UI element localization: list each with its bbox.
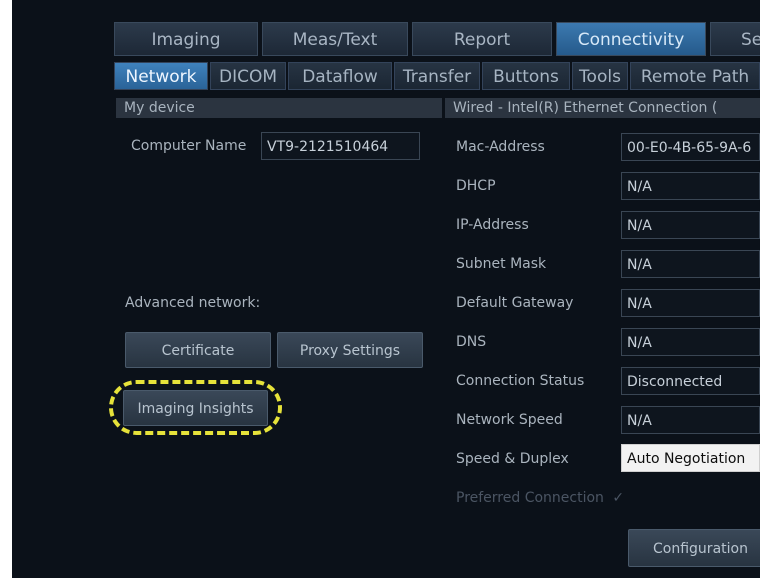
advanced-network-label: Advanced network: — [125, 295, 261, 311]
default-gateway-label: Default Gateway — [456, 295, 574, 311]
preferred-connection-label: Preferred Connection ✓ — [456, 490, 624, 506]
subtab-dataflow[interactable]: Dataflow — [288, 62, 392, 90]
top-tab-bar: Imaging Meas/Text Report Connectivity Se — [12, 22, 760, 56]
subnet-mask-label: Subnet Mask — [456, 256, 547, 272]
subtab-network[interactable]: Network — [114, 62, 208, 90]
computer-name-label: Computer Name — [131, 138, 247, 154]
mac-address-field[interactable]: 00-E0-4B-65-9A-6 — [621, 133, 760, 161]
default-gateway-field[interactable]: N/A — [621, 289, 760, 317]
subtab-tools[interactable]: Tools — [572, 62, 628, 90]
highlight-ring — [109, 380, 282, 435]
sub-tab-bar: Network DICOM Dataflow Transfer Buttons … — [12, 62, 760, 90]
ip-address-field[interactable]: N/A — [621, 211, 760, 239]
dns-label: DNS — [456, 334, 487, 350]
tab-setup[interactable]: Se — [710, 22, 760, 56]
speed-duplex-label: Speed & Duplex — [456, 451, 569, 467]
mac-address-label: Mac-Address — [456, 139, 545, 155]
ip-address-label: IP-Address — [456, 217, 529, 233]
subnet-mask-field[interactable]: N/A — [621, 250, 760, 278]
dhcp-label: DHCP — [456, 178, 496, 194]
subtab-buttons[interactable]: Buttons — [482, 62, 570, 90]
my-device-header: My device — [116, 98, 442, 118]
configuration-button[interactable]: Configuration — [628, 529, 760, 567]
subtab-transfer[interactable]: Transfer — [394, 62, 480, 90]
dns-field[interactable]: N/A — [621, 328, 760, 356]
connection-status-field[interactable]: Disconnected — [621, 367, 760, 395]
proxy-settings-button[interactable]: Proxy Settings — [277, 332, 423, 368]
tab-report[interactable]: Report — [412, 22, 552, 56]
computer-name-field[interactable]: VT9-2121510464 — [261, 132, 420, 160]
preferred-connection-checkbox[interactable]: ✓ — [612, 490, 624, 506]
tab-imaging[interactable]: Imaging — [114, 22, 258, 56]
wired-connection-header: Wired - Intel(R) Ethernet Connection ( — [445, 98, 760, 118]
tab-meas-text[interactable]: Meas/Text — [262, 22, 408, 56]
subtab-dicom[interactable]: DICOM — [210, 62, 286, 90]
subtab-remote-path[interactable]: Remote Path — [630, 62, 760, 90]
certificate-button[interactable]: Certificate — [125, 332, 271, 368]
network-speed-field[interactable]: N/A — [621, 406, 760, 434]
tab-connectivity[interactable]: Connectivity — [556, 22, 706, 56]
speed-duplex-select[interactable]: Auto Negotiation — [621, 444, 760, 472]
connection-status-label: Connection Status — [456, 373, 585, 389]
settings-screen: Imaging Meas/Text Report Connectivity Se… — [12, 0, 760, 578]
preferred-connection-text: Preferred Connection — [456, 490, 604, 506]
network-speed-label: Network Speed — [456, 412, 563, 428]
dhcp-field[interactable]: N/A — [621, 172, 760, 200]
